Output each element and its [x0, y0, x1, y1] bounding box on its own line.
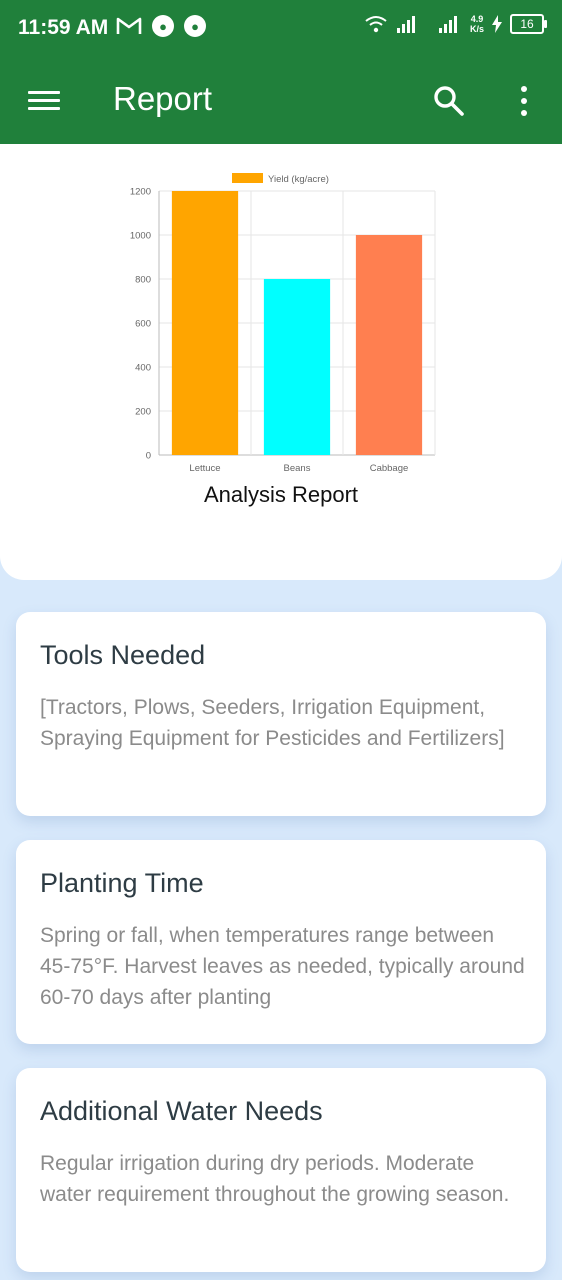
- y-tick-label: 0: [146, 451, 151, 462]
- legend-label: Yield (kg/acre): [268, 174, 329, 185]
- signal-icon: [396, 16, 415, 33]
- card-body: [Tractors, Plows, Seeders, Irrigation Eq…: [40, 696, 505, 750]
- y-tick-label: 1000: [130, 231, 151, 242]
- x-tick-label: Beans: [284, 463, 311, 474]
- bar-beans: [263, 279, 331, 455]
- notification-icons: ● ●: [116, 15, 206, 37]
- y-tick-label: 1200: [130, 187, 151, 198]
- card-body: Spring or fall, when temperatures range …: [40, 924, 525, 1009]
- net-speed-value: 4.9: [470, 14, 484, 24]
- legend-swatch: [232, 173, 263, 183]
- status-bar: 11:59 AM ● ● 4.9 K/s 16: [0, 0, 562, 58]
- chart-card: 0 200 400 600 800 1000 1200 Lettuce Beans Cabbage…: [0, 144, 562, 580]
- y-tick-label: 600: [135, 319, 151, 330]
- menu-icon[interactable]: [28, 86, 60, 116]
- charging-icon: [492, 15, 502, 33]
- wifi-icon: [365, 16, 387, 33]
- status-time: 11:59 AM: [18, 16, 109, 39]
- card-title: Additional Water Needs: [40, 1096, 323, 1126]
- search-icon[interactable]: [432, 84, 466, 118]
- x-tick-label: Cabbage: [370, 463, 409, 474]
- battery-indicator: 16: [510, 14, 547, 34]
- card-additional-water-needs: Additional Water Needs Regular irrigatio…: [16, 1068, 546, 1272]
- signal-icon: [438, 16, 457, 33]
- chart-caption: Analysis Report: [203, 482, 359, 507]
- network-speed: 4.9 K/s: [470, 14, 484, 34]
- page-title: Report: [113, 80, 213, 117]
- app-bar: Report: [0, 58, 562, 144]
- card-title: Tools Needed: [40, 640, 206, 670]
- app-notification-icon: ●: [184, 15, 206, 37]
- y-tick-label: 800: [135, 275, 151, 286]
- card-title: Planting Time: [40, 868, 204, 898]
- card-planting-time: Planting Time Spring or fall, when tempe…: [16, 840, 546, 1044]
- status-right: 4.9 K/s 16: [364, 14, 547, 34]
- gmail-icon: [116, 17, 142, 34]
- y-tick-label: 200: [135, 407, 151, 418]
- card-body: Regular irrigation during dry periods. M…: [40, 1152, 510, 1206]
- bar-lettuce: [171, 191, 239, 455]
- yield-bar-chart: 0 200 400 600 800 1000 1200 Lettuce Beans Cabbage…: [130, 173, 436, 474]
- y-tick-label: 400: [135, 363, 151, 374]
- net-speed-unit: K/s: [469, 24, 484, 34]
- bar-cabbage: [355, 235, 423, 455]
- app-notification-icon: ●: [152, 15, 174, 37]
- more-vert-icon[interactable]: [514, 84, 534, 118]
- x-tick-label: Lettuce: [189, 463, 220, 474]
- card-tools-needed: Tools Needed [Tractors, Plows, Seeders, …: [16, 612, 546, 816]
